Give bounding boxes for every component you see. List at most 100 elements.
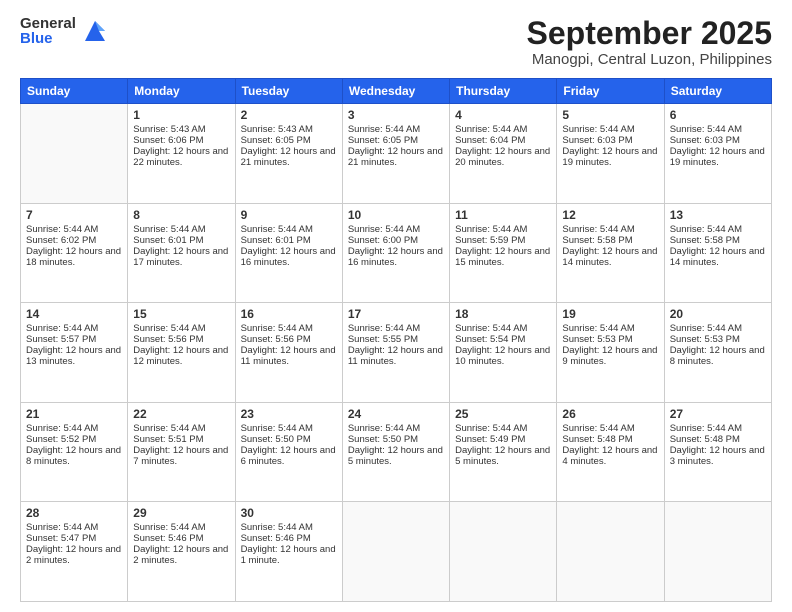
daylight-text: Daylight: 12 hours and 14 minutes. bbox=[562, 246, 657, 268]
table-row: 30 Sunrise: 5:44 AM Sunset: 5:46 PM Dayl… bbox=[235, 502, 342, 602]
table-row: 9 Sunrise: 5:44 AM Sunset: 6:01 PM Dayli… bbox=[235, 203, 342, 303]
sunrise-text: Sunrise: 5:44 AM bbox=[455, 224, 527, 235]
sunrise-text: Sunrise: 5:44 AM bbox=[562, 423, 634, 434]
sunset-text: Sunset: 6:06 PM bbox=[133, 135, 203, 146]
sunset-text: Sunset: 5:57 PM bbox=[26, 334, 96, 345]
sunrise-text: Sunrise: 5:44 AM bbox=[348, 224, 420, 235]
daylight-text: Daylight: 12 hours and 3 minutes. bbox=[670, 445, 765, 467]
sunrise-text: Sunrise: 5:44 AM bbox=[26, 224, 98, 235]
daylight-text: Daylight: 12 hours and 5 minutes. bbox=[455, 445, 550, 467]
sunrise-text: Sunrise: 5:44 AM bbox=[26, 522, 98, 533]
table-row bbox=[450, 502, 557, 602]
day-number: 30 bbox=[241, 506, 337, 520]
daylight-text: Daylight: 12 hours and 14 minutes. bbox=[670, 246, 765, 268]
table-row: 14 Sunrise: 5:44 AM Sunset: 5:57 PM Dayl… bbox=[21, 303, 128, 403]
sunrise-text: Sunrise: 5:43 AM bbox=[241, 124, 313, 135]
calendar-week-row: 1 Sunrise: 5:43 AM Sunset: 6:06 PM Dayli… bbox=[21, 104, 772, 204]
daylight-text: Daylight: 12 hours and 16 minutes. bbox=[241, 246, 336, 268]
sunrise-text: Sunrise: 5:44 AM bbox=[455, 423, 527, 434]
daylight-text: Daylight: 12 hours and 2 minutes. bbox=[133, 544, 228, 566]
table-row: 26 Sunrise: 5:44 AM Sunset: 5:48 PM Dayl… bbox=[557, 402, 664, 502]
sunrise-text: Sunrise: 5:44 AM bbox=[241, 323, 313, 334]
day-number: 6 bbox=[670, 108, 766, 122]
table-row bbox=[664, 502, 771, 602]
table-row: 6 Sunrise: 5:44 AM Sunset: 6:03 PM Dayli… bbox=[664, 104, 771, 204]
table-row: 10 Sunrise: 5:44 AM Sunset: 6:00 PM Dayl… bbox=[342, 203, 449, 303]
day-number: 4 bbox=[455, 108, 551, 122]
table-row: 1 Sunrise: 5:43 AM Sunset: 6:06 PM Dayli… bbox=[128, 104, 235, 204]
day-number: 19 bbox=[562, 307, 658, 321]
table-row: 28 Sunrise: 5:44 AM Sunset: 5:47 PM Dayl… bbox=[21, 502, 128, 602]
sunrise-text: Sunrise: 5:44 AM bbox=[133, 423, 205, 434]
sunrise-text: Sunrise: 5:44 AM bbox=[241, 224, 313, 235]
day-number: 3 bbox=[348, 108, 444, 122]
day-number: 11 bbox=[455, 208, 551, 222]
day-number: 21 bbox=[26, 407, 122, 421]
sunrise-text: Sunrise: 5:44 AM bbox=[241, 522, 313, 533]
table-row: 2 Sunrise: 5:43 AM Sunset: 6:05 PM Dayli… bbox=[235, 104, 342, 204]
sunset-text: Sunset: 5:54 PM bbox=[455, 334, 525, 345]
table-row bbox=[557, 502, 664, 602]
sunrise-text: Sunrise: 5:44 AM bbox=[26, 323, 98, 334]
logo-icon bbox=[81, 17, 109, 45]
sunset-text: Sunset: 5:58 PM bbox=[670, 235, 740, 246]
sunset-text: Sunset: 6:02 PM bbox=[26, 235, 96, 246]
sunset-text: Sunset: 5:46 PM bbox=[241, 533, 311, 544]
daylight-text: Daylight: 12 hours and 10 minutes. bbox=[455, 345, 550, 367]
day-number: 12 bbox=[562, 208, 658, 222]
sunrise-text: Sunrise: 5:44 AM bbox=[348, 423, 420, 434]
table-row: 16 Sunrise: 5:44 AM Sunset: 5:56 PM Dayl… bbox=[235, 303, 342, 403]
daylight-text: Daylight: 12 hours and 8 minutes. bbox=[26, 445, 121, 467]
calendar-week-row: 28 Sunrise: 5:44 AM Sunset: 5:47 PM Dayl… bbox=[21, 502, 772, 602]
sunrise-text: Sunrise: 5:44 AM bbox=[133, 224, 205, 235]
daylight-text: Daylight: 12 hours and 8 minutes. bbox=[670, 345, 765, 367]
table-row: 4 Sunrise: 5:44 AM Sunset: 6:04 PM Dayli… bbox=[450, 104, 557, 204]
sunrise-text: Sunrise: 5:44 AM bbox=[26, 423, 98, 434]
sunset-text: Sunset: 6:04 PM bbox=[455, 135, 525, 146]
sunset-text: Sunset: 6:03 PM bbox=[670, 135, 740, 146]
day-number: 7 bbox=[26, 208, 122, 222]
day-number: 20 bbox=[670, 307, 766, 321]
day-number: 23 bbox=[241, 407, 337, 421]
sunset-text: Sunset: 5:51 PM bbox=[133, 434, 203, 445]
sunrise-text: Sunrise: 5:44 AM bbox=[241, 423, 313, 434]
daylight-text: Daylight: 12 hours and 22 minutes. bbox=[133, 146, 228, 168]
day-number: 29 bbox=[133, 506, 229, 520]
sunset-text: Sunset: 5:50 PM bbox=[348, 434, 418, 445]
sunrise-text: Sunrise: 5:44 AM bbox=[562, 224, 634, 235]
daylight-text: Daylight: 12 hours and 20 minutes. bbox=[455, 146, 550, 168]
table-row: 21 Sunrise: 5:44 AM Sunset: 5:52 PM Dayl… bbox=[21, 402, 128, 502]
sunrise-text: Sunrise: 5:44 AM bbox=[562, 323, 634, 334]
logo-blue-text: Blue bbox=[20, 31, 76, 46]
table-row: 11 Sunrise: 5:44 AM Sunset: 5:59 PM Dayl… bbox=[450, 203, 557, 303]
sunset-text: Sunset: 6:05 PM bbox=[241, 135, 311, 146]
table-row: 23 Sunrise: 5:44 AM Sunset: 5:50 PM Dayl… bbox=[235, 402, 342, 502]
table-row: 3 Sunrise: 5:44 AM Sunset: 6:05 PM Dayli… bbox=[342, 104, 449, 204]
sunrise-text: Sunrise: 5:44 AM bbox=[133, 323, 205, 334]
day-number: 10 bbox=[348, 208, 444, 222]
day-number: 1 bbox=[133, 108, 229, 122]
sunset-text: Sunset: 5:53 PM bbox=[562, 334, 632, 345]
daylight-text: Daylight: 12 hours and 19 minutes. bbox=[562, 146, 657, 168]
daylight-text: Daylight: 12 hours and 5 minutes. bbox=[348, 445, 443, 467]
day-number: 16 bbox=[241, 307, 337, 321]
day-number: 8 bbox=[133, 208, 229, 222]
sunset-text: Sunset: 6:01 PM bbox=[241, 235, 311, 246]
logo: General Blue bbox=[20, 16, 109, 46]
table-row: 15 Sunrise: 5:44 AM Sunset: 5:56 PM Dayl… bbox=[128, 303, 235, 403]
sunset-text: Sunset: 6:03 PM bbox=[562, 135, 632, 146]
sunrise-text: Sunrise: 5:44 AM bbox=[133, 522, 205, 533]
table-row: 24 Sunrise: 5:44 AM Sunset: 5:50 PM Dayl… bbox=[342, 402, 449, 502]
table-row: 8 Sunrise: 5:44 AM Sunset: 6:01 PM Dayli… bbox=[128, 203, 235, 303]
col-tuesday: Tuesday bbox=[235, 79, 342, 104]
sunrise-text: Sunrise: 5:44 AM bbox=[348, 124, 420, 135]
daylight-text: Daylight: 12 hours and 2 minutes. bbox=[26, 544, 121, 566]
day-number: 24 bbox=[348, 407, 444, 421]
sunset-text: Sunset: 5:58 PM bbox=[562, 235, 632, 246]
sunset-text: Sunset: 5:53 PM bbox=[670, 334, 740, 345]
col-wednesday: Wednesday bbox=[342, 79, 449, 104]
table-row: 5 Sunrise: 5:44 AM Sunset: 6:03 PM Dayli… bbox=[557, 104, 664, 204]
logo-general-text: General bbox=[20, 16, 76, 31]
col-friday: Friday bbox=[557, 79, 664, 104]
col-monday: Monday bbox=[128, 79, 235, 104]
